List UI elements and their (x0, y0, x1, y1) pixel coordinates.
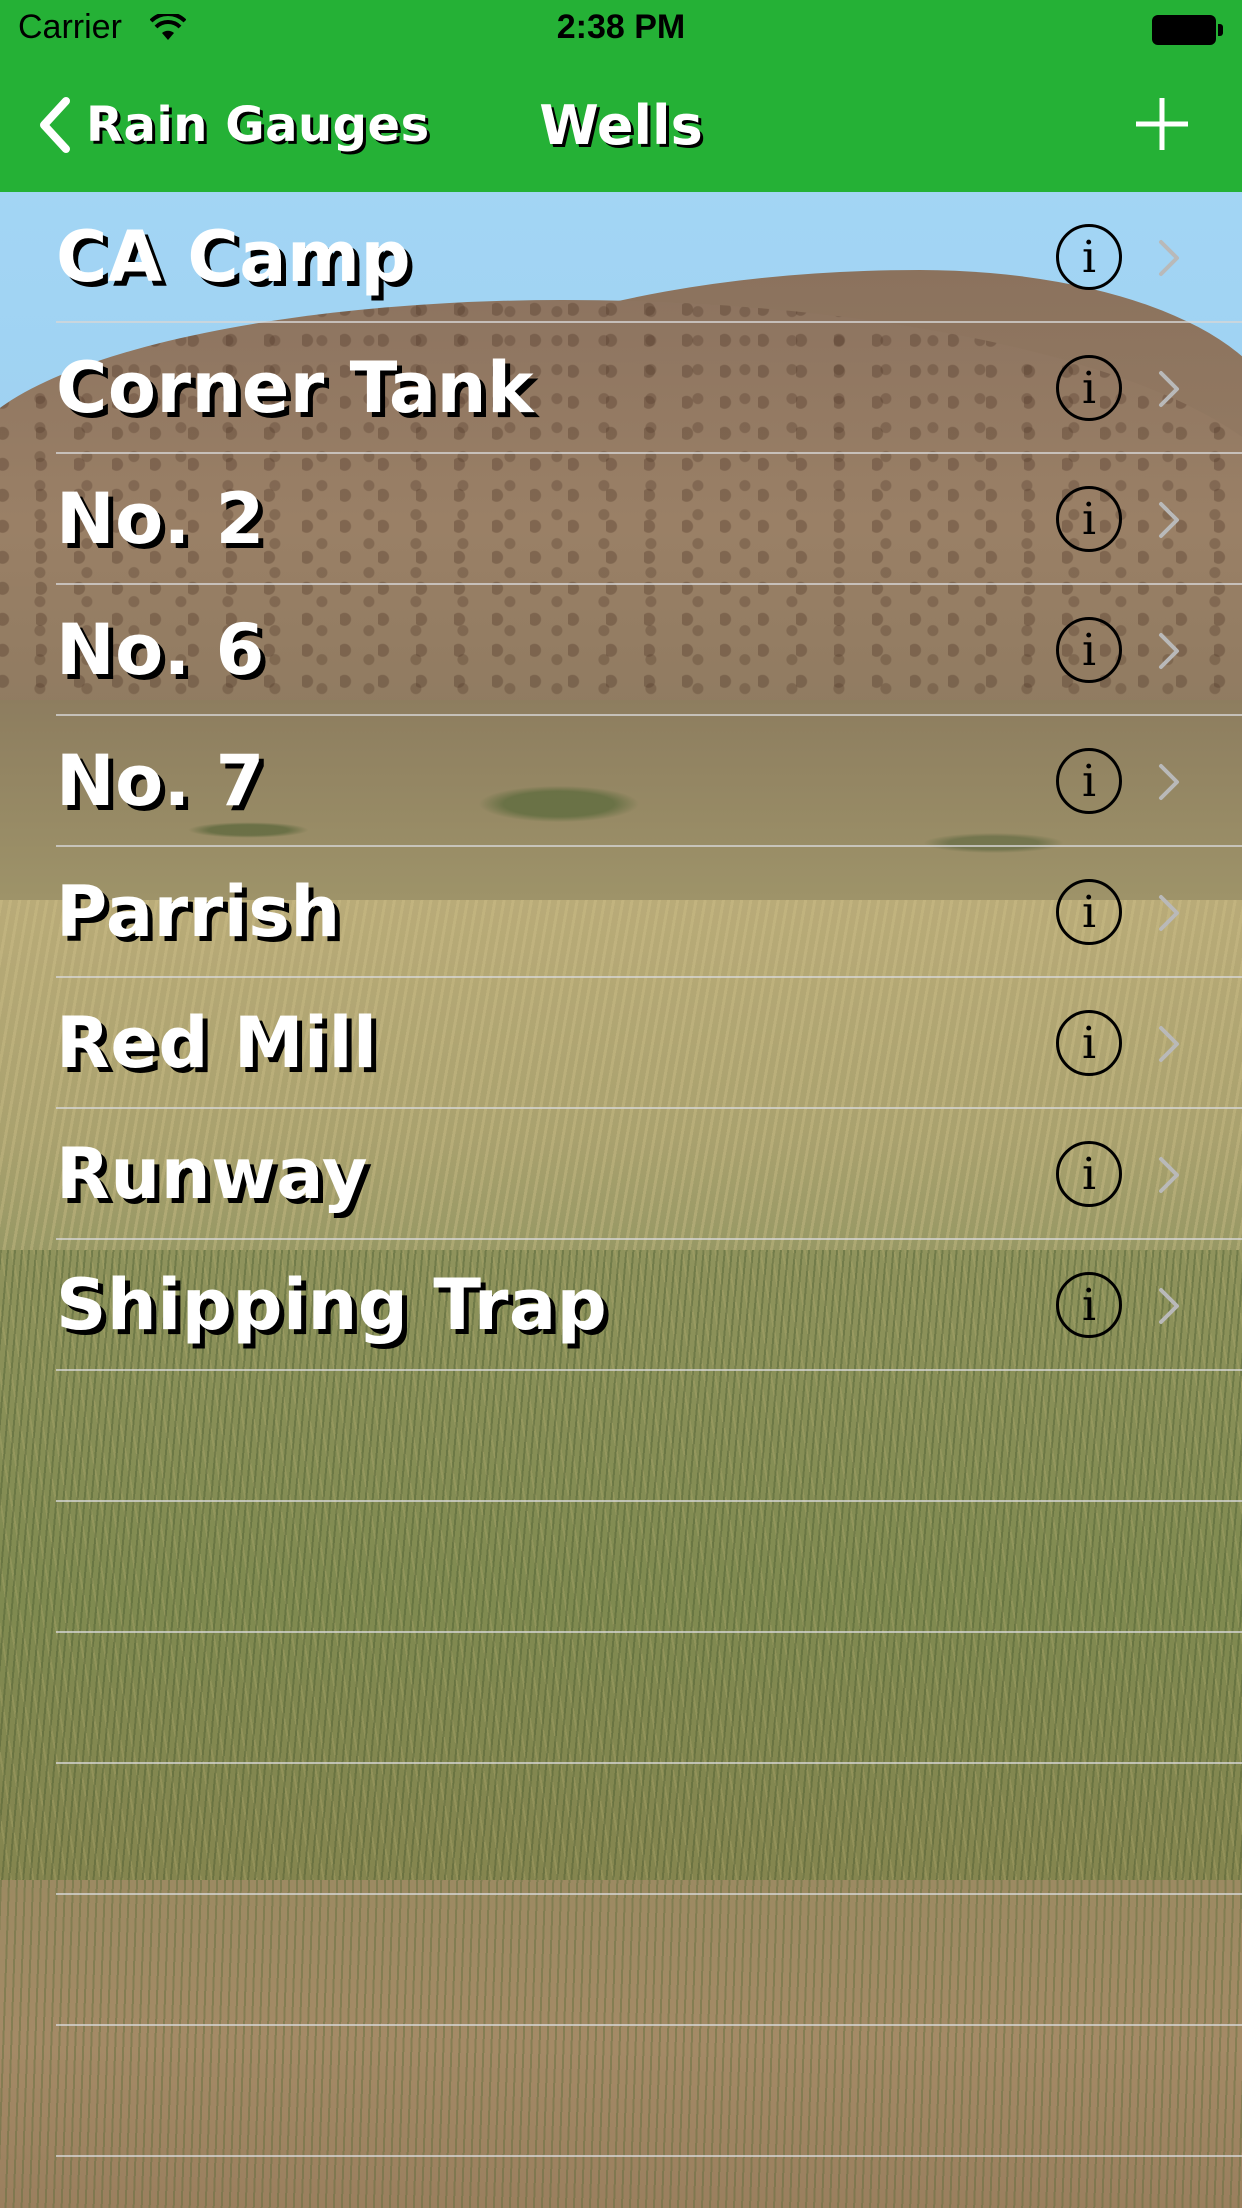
chevron-right-icon (1159, 1288, 1179, 1324)
list-item-well[interactable]: Runway i (0, 1109, 1242, 1240)
row-separator (56, 2155, 1242, 2157)
info-icon[interactable]: i (1056, 748, 1122, 814)
info-icon[interactable]: i (1056, 1010, 1122, 1076)
info-icon[interactable]: i (1056, 224, 1122, 290)
empty-table-row (0, 1895, 1242, 2026)
info-icon[interactable]: i (1056, 355, 1122, 421)
info-icon[interactable]: i (1056, 486, 1122, 552)
chevron-right-icon (1159, 895, 1179, 931)
info-icon[interactable]: i (1056, 879, 1122, 945)
add-well-button[interactable] (1132, 94, 1192, 154)
navigation-bar: Rain Gauges Wells (0, 60, 1242, 192)
chevron-right-icon (1159, 1026, 1179, 1062)
chevron-right-icon (1159, 1157, 1179, 1193)
info-icon[interactable]: i (1056, 1141, 1122, 1207)
empty-table-row (0, 1764, 1242, 1895)
list-item-well[interactable]: CA Camp i (0, 192, 1242, 323)
empty-table-row (0, 1502, 1242, 1633)
chevron-right-icon (1159, 240, 1179, 276)
list-item-well[interactable]: No. 7 i (0, 716, 1242, 847)
page-title: Wells (539, 94, 703, 157)
well-name-label: Runway (56, 1133, 368, 1215)
empty-table-row (0, 1633, 1242, 1764)
plus-icon (1136, 98, 1188, 150)
list-item-well[interactable]: Corner Tank i (0, 323, 1242, 454)
well-name-label: No. 7 (56, 740, 265, 822)
wells-screen: Carrier 2:38 PM Rain Gauges Wells CA Cam… (0, 0, 1242, 2208)
list-item-well[interactable]: Parrish i (0, 847, 1242, 978)
list-item-well[interactable]: No. 6 i (0, 585, 1242, 716)
well-name-label: Parrish (56, 871, 341, 953)
chevron-right-icon (1159, 764, 1179, 800)
list-item-well[interactable]: Red Mill i (0, 978, 1242, 1109)
list-item-well[interactable]: No. 2 i (0, 454, 1242, 585)
well-name-label: Shipping Trap (56, 1264, 608, 1346)
empty-table-row (0, 1371, 1242, 1502)
well-name-label: No. 6 (56, 609, 265, 691)
empty-table-row (0, 2026, 1242, 2157)
status-time: 2:38 PM (556, 8, 686, 46)
well-name-label: Corner Tank (56, 347, 535, 429)
info-icon[interactable]: i (1056, 617, 1122, 683)
well-name-label: CA Camp (56, 216, 412, 298)
chevron-right-icon (1159, 502, 1179, 538)
list-item-well[interactable]: Shipping Trap i (0, 1240, 1242, 1371)
chevron-right-icon (1159, 633, 1179, 669)
info-icon[interactable]: i (1056, 1272, 1122, 1338)
well-name-label: Red Mill (56, 1002, 378, 1084)
chevron-right-icon (1159, 371, 1179, 407)
wells-list: CA Camp i Corner Tank i No. 2 i No. 6 i No. 7 i Pa… (0, 192, 1242, 2157)
battery-icon (1152, 15, 1224, 45)
well-name-label: No. 2 (56, 478, 265, 560)
status-bar: Carrier 2:38 PM (0, 0, 1242, 60)
